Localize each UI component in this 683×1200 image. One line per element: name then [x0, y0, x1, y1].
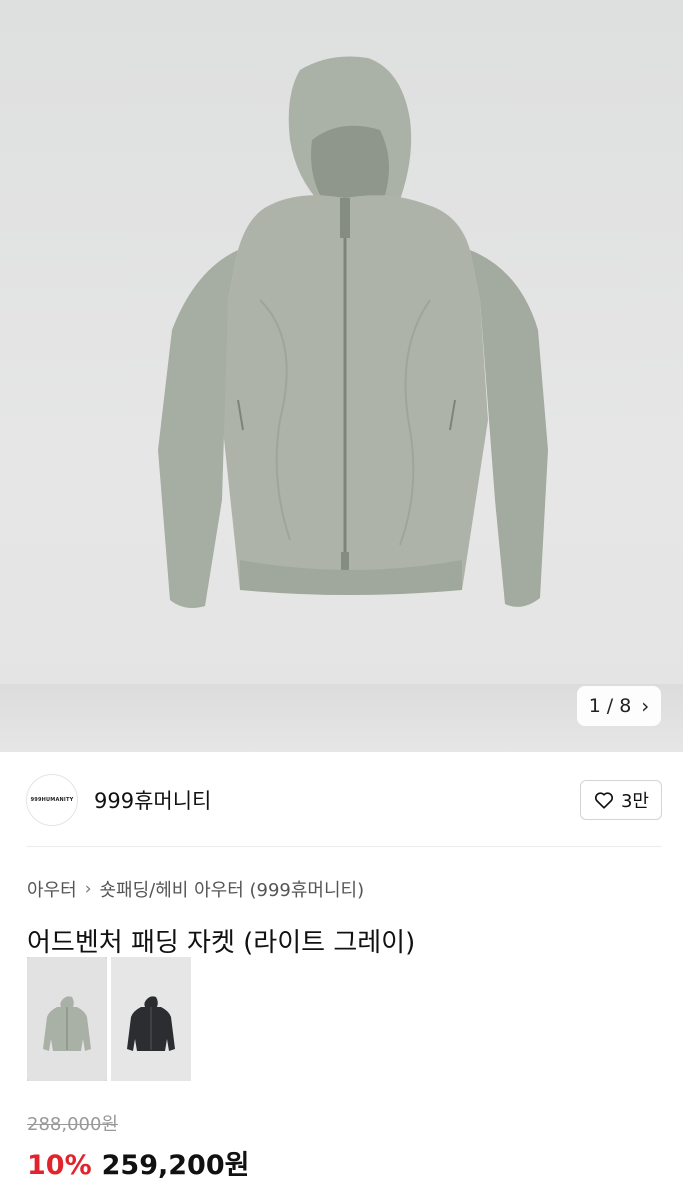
like-button[interactable]: 3만	[580, 780, 662, 820]
chevron-right-icon[interactable]: ›	[641, 694, 649, 718]
product-image-gallery[interactable]: 1 / 8 ›	[0, 0, 683, 752]
color-options	[27, 957, 191, 1081]
light-gray-jacket-image	[27, 957, 107, 1081]
breadcrumb-item-category[interactable]: 숏패딩/헤비 아우터 (999휴머니티)	[100, 876, 365, 902]
current-page: 1	[588, 695, 601, 717]
gallery-page-indicator[interactable]: 1 / 8 ›	[577, 686, 661, 726]
black-jacket-image	[111, 957, 191, 1081]
product-title: 어드벤처 패딩 자켓 (라이트 그레이)	[27, 928, 416, 958]
sale-price: 259,200원	[101, 1150, 250, 1181]
discount-rate: 10%	[27, 1150, 92, 1181]
divider	[26, 846, 662, 847]
breadcrumb: 아우터 › 숏패딩/헤비 아우터 (999휴머니티)	[27, 876, 364, 902]
light-gray-jacket-thumbnail[interactable]	[27, 957, 107, 1081]
total-pages: 8	[619, 695, 632, 717]
brand-logo-text: 999HUMANITY	[30, 797, 74, 803]
brand-logo[interactable]: 999HUMANITY	[26, 774, 78, 826]
jacket-product-image	[158, 56, 548, 608]
page-separator: /	[606, 695, 614, 717]
original-price: 288,000원	[27, 1114, 118, 1135]
brand-name[interactable]: 999휴머니티	[94, 785, 211, 815]
chevron-right-icon: ›	[84, 879, 92, 899]
price-row: 10% 259,200원	[27, 1143, 249, 1182]
like-count: 3만	[620, 791, 649, 812]
black-jacket-thumbnail[interactable]	[111, 957, 191, 1081]
heart-outline-icon	[594, 792, 613, 809]
breadcrumb-item-outer[interactable]: 아우터	[27, 876, 77, 902]
brand-row: 999HUMANITY 999휴머니티 3만	[26, 772, 662, 828]
